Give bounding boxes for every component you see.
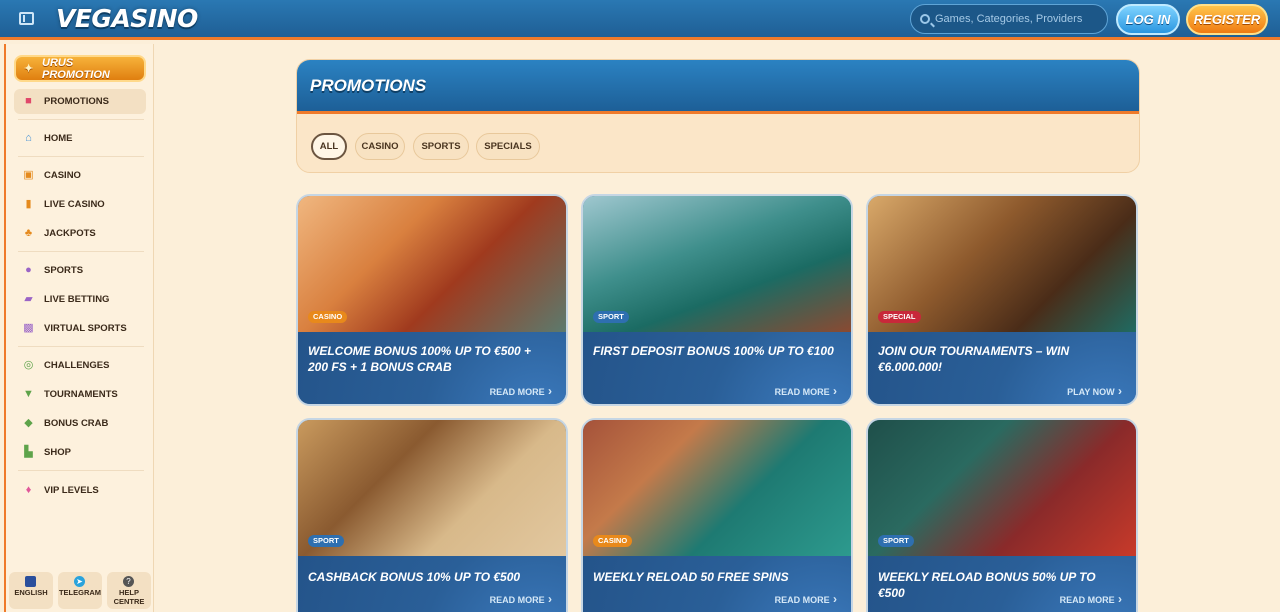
promo-title: FIRST DEPOSIT BONUS 100% UP TO €100: [593, 344, 834, 358]
help-centre-button[interactable]: ? HELP CENTRE: [107, 572, 151, 609]
sidebar-item-vip-levels[interactable]: ♦ VIP LEVELS: [14, 478, 146, 503]
sidebar-item-live-betting[interactable]: ▰ LIVE BETTING: [14, 287, 146, 312]
divider: [18, 156, 144, 157]
diamond-icon: ♦: [25, 484, 32, 496]
search-box[interactable]: [910, 4, 1108, 34]
sidebar-item-live-casino[interactable]: ▮ LIVE CASINO: [14, 192, 146, 217]
search-icon: [920, 14, 930, 24]
promo-card-weekly-reload-spins[interactable]: CASINO WEEKLY RELOAD 50 FREE SPINS READ …: [581, 418, 853, 612]
sidebar-item-shop[interactable]: ▙ SHOP: [14, 440, 146, 465]
telegram-icon: ➤: [74, 576, 85, 587]
sidebar-item-home[interactable]: ⌂ HOME: [14, 126, 146, 151]
home-icon: ⌂: [25, 132, 32, 144]
filter-specials[interactable]: SPECIALS: [476, 133, 540, 160]
read-more-link[interactable]: READ MORE: [1060, 592, 1122, 606]
trophy-icon: ▼: [23, 388, 34, 400]
promo-card-cashback[interactable]: SPORT CASHBACK BONUS 10% UP TO €500 READ…: [296, 418, 568, 612]
category-badge: SPORT: [593, 311, 629, 323]
clover-icon: ♣: [24, 227, 33, 239]
promo-title: CASHBACK BONUS 10% UP TO €500: [308, 570, 521, 584]
promotions-title-bar: PROMOTIONS: [297, 60, 1139, 114]
filter-all[interactable]: ALL: [311, 133, 347, 160]
sidebar-item-label: JACKPOTS: [44, 228, 96, 239]
runner-icon: ✦: [24, 63, 34, 75]
read-more-link[interactable]: READ MORE: [775, 592, 837, 606]
live-casino-icon: ▮: [25, 198, 32, 210]
filter-sports[interactable]: SPORTS: [413, 133, 469, 160]
sidebar-item-label: VIRTUAL SPORTS: [44, 323, 127, 334]
casino-icon: ▣: [23, 169, 34, 181]
category-badge: SPORT: [308, 535, 344, 547]
telegram-label: TELEGRAM: [58, 588, 102, 597]
sidebar-item-promotions[interactable]: ■ PROMOTIONS: [14, 89, 146, 114]
register-button[interactable]: REGISTER: [1186, 4, 1268, 35]
bonus-promotion-label: URUS PROMOTION: [42, 57, 110, 81]
filter-casino[interactable]: CASINO: [355, 133, 405, 160]
help-icon: ?: [123, 576, 134, 587]
logo[interactable]: VEGASINO: [56, 4, 198, 34]
login-button[interactable]: LOG IN: [1116, 4, 1180, 35]
divider: [18, 251, 144, 252]
category-badge: SPORT: [878, 535, 914, 547]
language-label: ENGLISH: [14, 588, 48, 597]
category-badge: CASINO: [308, 311, 348, 323]
sidebar-item-jackpots[interactable]: ♣ JACKPOTS: [14, 221, 146, 246]
promo-card-weekly-reload-bonus[interactable]: SPORT WEEKLY RELOAD BONUS 50% UP TO €500…: [866, 418, 1138, 612]
top-header: VEGASINO LOG IN REGISTER: [0, 0, 1280, 40]
sidebar-item-label: TOURNAMENTS: [44, 389, 118, 400]
promo-card-first-deposit[interactable]: SPORT FIRST DEPOSIT BONUS 100% UP TO €10…: [581, 194, 853, 406]
sidebar-toggle-icon[interactable]: [19, 12, 34, 25]
basket-icon: ▙: [24, 446, 33, 458]
bonus-promotion-button[interactable]: ✦ URUS PROMOTION: [14, 55, 146, 82]
telegram-button[interactable]: ➤ TELEGRAM: [58, 572, 102, 609]
page-title: PROMOTIONS: [310, 76, 427, 95]
promo-title: JOIN OUR TOURNAMENTS – WIN €6.000.000!: [878, 344, 1070, 374]
promotions-panel: PROMOTIONS ALL CASINO SPORTS SPECIALS: [296, 59, 1140, 173]
help-centre-label: HELP CENTRE: [113, 588, 145, 606]
category-badge: SPECIAL: [878, 311, 921, 323]
ball-icon: ●: [25, 264, 32, 276]
language-button[interactable]: ENGLISH: [9, 572, 53, 609]
sidebar-item-label: SPORTS: [44, 265, 84, 276]
gift-icon: ■: [25, 95, 32, 107]
sidebar-item-bonus-crab[interactable]: ◆ BONUS CRAB: [14, 411, 146, 436]
virtual-icon: ▩: [23, 322, 34, 334]
crab-icon: ◆: [24, 417, 33, 429]
sidebar-item-label: CASINO: [44, 170, 81, 181]
sidebar-item-label: HOME: [44, 133, 73, 144]
sidebar-item-challenges[interactable]: ◎ CHALLENGES: [14, 353, 146, 378]
divider: [18, 119, 144, 120]
medal-icon: ◎: [23, 359, 34, 371]
sidebar-item-label: VIP LEVELS: [44, 485, 99, 496]
sidebar-item-label: CHALLENGES: [44, 360, 110, 371]
divider: [18, 470, 144, 471]
play-now-link[interactable]: PLAY NOW: [1067, 384, 1122, 398]
sidebar-item-sports[interactable]: ● SPORTS: [14, 258, 146, 283]
sidebar-item-label: LIVE BETTING: [44, 294, 110, 305]
read-more-link[interactable]: READ MORE: [490, 384, 552, 398]
flag-icon: [25, 576, 36, 587]
promo-title: WEEKLY RELOAD 50 FREE SPINS: [593, 570, 789, 584]
promo-card-welcome-bonus[interactable]: CASINO WELCOME BONUS 100% UP TO €500 + 2…: [296, 194, 568, 406]
sidebar-item-label: BONUS CRAB: [44, 418, 109, 429]
sidebar-item-label: PROMOTIONS: [44, 96, 109, 107]
divider: [18, 346, 144, 347]
promo-title: WELCOME BONUS 100% UP TO €500 + 200 FS +…: [308, 344, 532, 374]
read-more-link[interactable]: READ MORE: [490, 592, 552, 606]
sidebar-item-label: LIVE CASINO: [44, 199, 105, 210]
promo-card-tournaments[interactable]: SPECIAL JOIN OUR TOURNAMENTS – WIN €6.00…: [866, 194, 1138, 406]
sidebar: ✦ URUS PROMOTION ■ PROMOTIONS ⌂ HOME ▣ C…: [4, 44, 154, 612]
live-icon: ▰: [24, 293, 33, 305]
search-input[interactable]: [935, 5, 1103, 33]
read-more-link[interactable]: READ MORE: [775, 384, 837, 398]
sidebar-item-casino[interactable]: ▣ CASINO: [14, 163, 146, 188]
sidebar-item-label: SHOP: [44, 447, 71, 458]
sidebar-item-tournaments[interactable]: ▼ TOURNAMENTS: [14, 382, 146, 407]
sidebar-item-virtual-sports[interactable]: ▩ VIRTUAL SPORTS: [14, 316, 146, 341]
category-badge: CASINO: [593, 535, 633, 547]
